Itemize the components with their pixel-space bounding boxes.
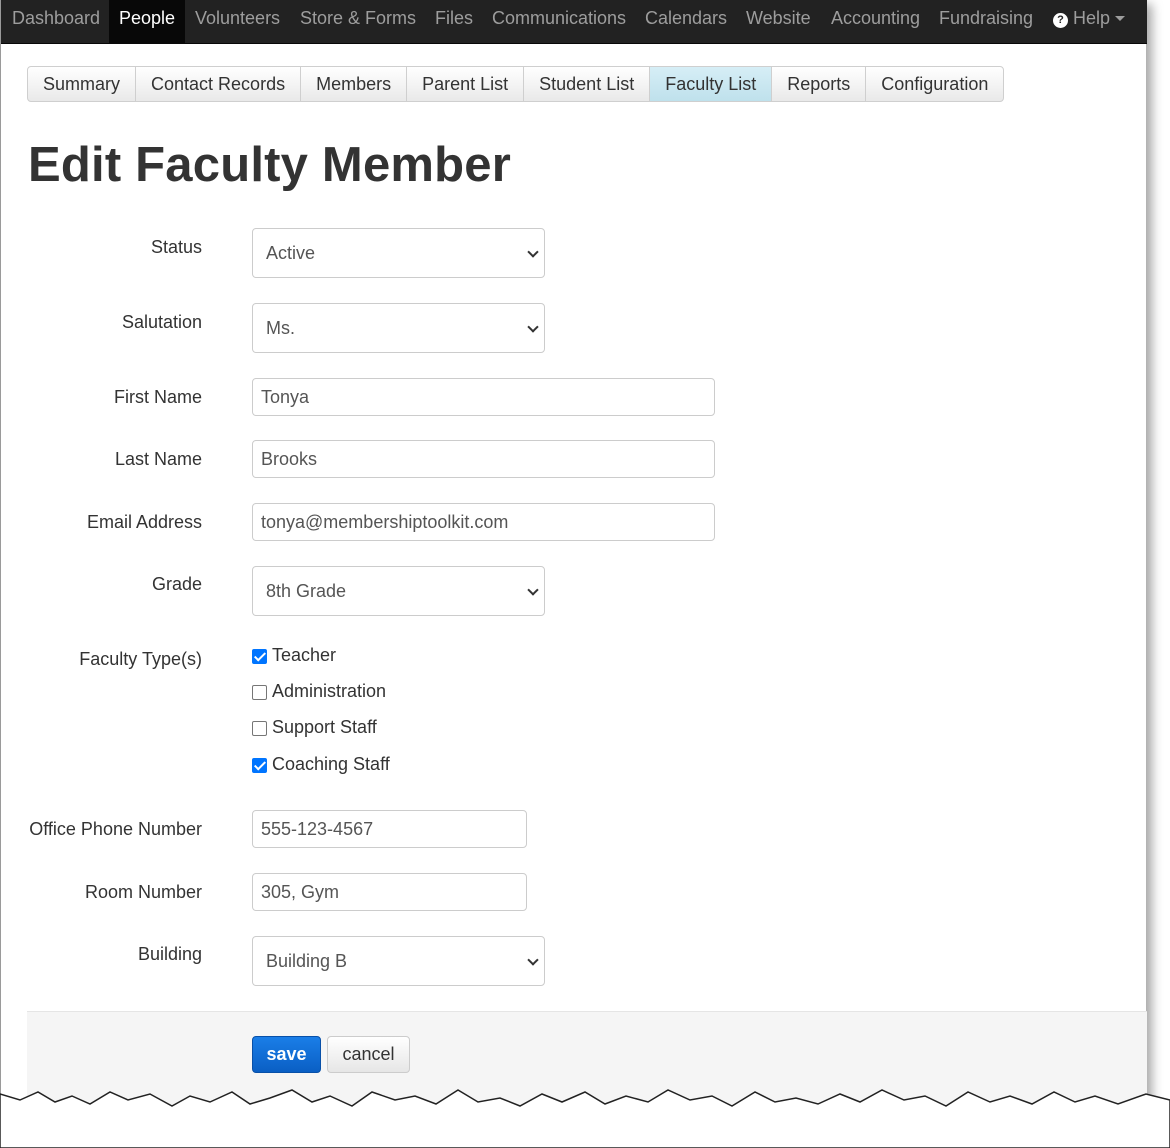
tab-student-list[interactable]: Student List bbox=[524, 67, 651, 101]
nav-help-label: Help bbox=[1073, 8, 1111, 28]
top-navbar: Dashboard People Volunteers Store & Form… bbox=[1, 0, 1147, 44]
last-name-label: Last Name bbox=[114, 449, 202, 469]
faculty-types-label: Faculty Type(s) bbox=[79, 649, 202, 669]
salutation-select[interactable]: Ms. bbox=[252, 303, 545, 353]
room-number-input[interactable] bbox=[252, 873, 527, 911]
people-subnav-tabs: Summary Contact Records Members Parent L… bbox=[27, 66, 1005, 102]
checkbox-administration-label: Administration bbox=[272, 681, 387, 701]
tab-parent-list[interactable]: Parent List bbox=[407, 67, 525, 101]
tab-faculty-list[interactable]: Faculty List bbox=[650, 67, 773, 101]
salutation-label: Salutation bbox=[121, 312, 202, 332]
grade-label: Grade bbox=[151, 574, 202, 594]
nav-help[interactable]: ? Help bbox=[1053, 0, 1126, 44]
room-number-label: Room Number bbox=[84, 882, 202, 902]
nav-volunteers[interactable]: Volunteers bbox=[195, 0, 280, 44]
nav-communications[interactable]: Communications bbox=[492, 0, 626, 44]
faculty-type-administration[interactable]: Administration bbox=[252, 681, 386, 702]
cancel-button[interactable]: cancel bbox=[327, 1036, 410, 1073]
email-label: Email Address bbox=[86, 512, 202, 532]
tab-summary[interactable]: Summary bbox=[28, 67, 137, 101]
save-button[interactable]: save bbox=[252, 1036, 321, 1073]
checkbox-coaching-staff-label: Coaching Staff bbox=[272, 754, 390, 774]
chevron-down-icon bbox=[527, 954, 539, 966]
checkbox-support-staff-label: Support Staff bbox=[272, 717, 377, 737]
salutation-select-value: Ms. bbox=[266, 318, 295, 338]
page-title: Edit Faculty Member bbox=[28, 138, 512, 192]
status-select[interactable]: Active bbox=[252, 228, 545, 278]
checkbox-support-staff[interactable] bbox=[252, 721, 267, 736]
building-select[interactable]: Building B bbox=[252, 936, 545, 986]
last-name-input[interactable] bbox=[252, 440, 715, 478]
nav-website[interactable]: Website bbox=[746, 0, 811, 44]
first-name-input[interactable] bbox=[252, 378, 715, 416]
status-label: Status bbox=[150, 237, 202, 257]
email-input[interactable] bbox=[252, 503, 715, 541]
tab-reports[interactable]: Reports bbox=[772, 67, 867, 101]
nav-files[interactable]: Files bbox=[435, 0, 473, 44]
question-circle-icon: ? bbox=[1053, 13, 1068, 28]
faculty-type-coaching-staff[interactable]: Coaching Staff bbox=[252, 754, 390, 775]
nav-people[interactable]: People bbox=[109, 0, 186, 44]
checkbox-teacher[interactable] bbox=[252, 649, 267, 664]
nav-dashboard[interactable]: Dashboard bbox=[12, 0, 100, 44]
office-phone-label: Office Phone Number bbox=[29, 819, 202, 839]
office-phone-input[interactable] bbox=[252, 810, 527, 848]
nav-accounting[interactable]: Accounting bbox=[831, 0, 920, 44]
grade-select[interactable]: 8th Grade bbox=[252, 566, 545, 616]
building-label: Building bbox=[137, 944, 202, 964]
torn-edge-decoration bbox=[0, 1089, 1170, 1148]
chevron-down-icon bbox=[527, 321, 539, 333]
tab-configuration[interactable]: Configuration bbox=[866, 67, 1003, 101]
chevron-down-icon bbox=[527, 246, 539, 258]
faculty-type-support-staff[interactable]: Support Staff bbox=[252, 717, 377, 738]
faculty-type-teacher[interactable]: Teacher bbox=[252, 645, 336, 666]
building-select-value: Building B bbox=[266, 951, 348, 971]
checkbox-teacher-label: Teacher bbox=[272, 645, 337, 665]
checkbox-administration[interactable] bbox=[252, 685, 267, 700]
nav-store-forms[interactable]: Store & Forms bbox=[300, 0, 416, 44]
checkbox-coaching-staff[interactable] bbox=[252, 758, 267, 773]
tab-contact-records[interactable]: Contact Records bbox=[136, 67, 302, 101]
app-window: Dashboard People Volunteers Store & Form… bbox=[0, 0, 1147, 1148]
chevron-down-icon bbox=[527, 584, 539, 596]
caret-down-icon bbox=[1115, 16, 1126, 21]
status-select-value: Active bbox=[266, 243, 316, 263]
nav-fundraising[interactable]: Fundraising bbox=[939, 0, 1033, 44]
grade-select-value: 8th Grade bbox=[266, 581, 347, 601]
first-name-label: First Name bbox=[113, 387, 202, 407]
nav-calendars[interactable]: Calendars bbox=[645, 0, 727, 44]
tab-members[interactable]: Members bbox=[301, 67, 408, 101]
